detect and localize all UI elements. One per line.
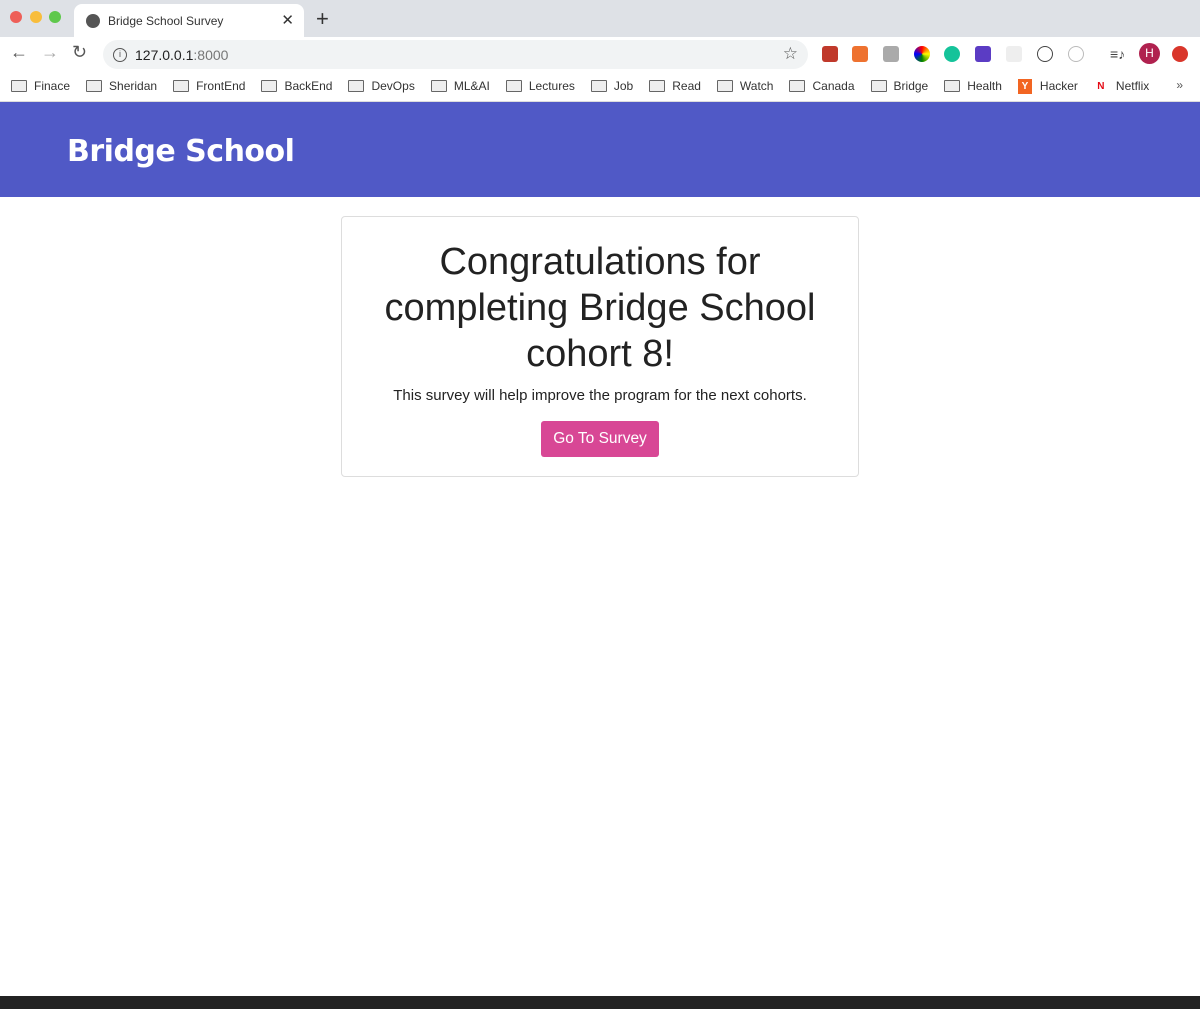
bookmark-label: Finace xyxy=(34,79,71,93)
bookmark-label: BackEnd xyxy=(284,79,333,93)
folder-icon xyxy=(716,80,733,92)
bookmark-finace[interactable]: Finace xyxy=(11,79,70,93)
close-tab-icon[interactable]: ✕ xyxy=(281,11,294,29)
folder-icon xyxy=(11,80,27,92)
netflix-icon: N xyxy=(1097,80,1105,92)
folder-icon xyxy=(505,80,522,92)
tab-title: Bridge School Survey xyxy=(108,13,224,28)
tab-bar: Bridge School Survey ✕ + xyxy=(0,0,1200,37)
close-window-button[interactable] xyxy=(10,11,22,23)
folder-icon xyxy=(944,80,961,92)
bookmark-star-icon[interactable]: ☆ xyxy=(783,44,798,64)
url-host: 127.0.0.1 xyxy=(135,46,194,63)
bookmark-netflix[interactable]: N Netflix xyxy=(1094,79,1149,94)
bookmark-label: Netflix xyxy=(1115,79,1150,93)
forward-button[interactable]: → xyxy=(41,42,59,63)
grammarly-icon[interactable] xyxy=(944,46,960,62)
bookmarks-bar: Finace Sheridan FrontEnd BackEnd DevOps ML&AI… xyxy=(0,71,1200,102)
folder-icon xyxy=(590,80,607,92)
minimize-window-button[interactable] xyxy=(30,11,42,23)
extension-colorwheel-icon[interactable] xyxy=(914,46,930,62)
info-icon[interactable]: i xyxy=(113,47,127,62)
folder-icon xyxy=(261,80,278,92)
more-bookmarks-button[interactable]: » xyxy=(1176,78,1183,92)
brand-title[interactable]: Bridge School xyxy=(67,134,1200,169)
bookmark-label: DevOps xyxy=(371,79,415,93)
browser-tab[interactable]: Bridge School Survey ✕ xyxy=(74,4,304,37)
survey-description: This survey will help improve the progra… xyxy=(393,387,807,404)
bookmark-canada[interactable]: Canada xyxy=(789,79,855,93)
bookmark-label: ML&AI xyxy=(453,79,490,93)
bookmark-sheridan[interactable]: Sheridan xyxy=(86,79,157,93)
go-to-survey-button[interactable]: Go To Survey xyxy=(541,421,659,457)
bookmark-watch[interactable]: Watch xyxy=(716,79,774,93)
bookmark-label: Read xyxy=(672,79,701,93)
bookmark-devops[interactable]: DevOps xyxy=(348,79,415,93)
bookmark-label: Canada xyxy=(812,79,855,93)
new-tab-button[interactable]: + xyxy=(316,6,329,32)
folder-icon xyxy=(86,80,103,92)
folder-icon xyxy=(870,80,887,92)
bookmark-health[interactable]: Health xyxy=(944,79,1002,93)
folder-icon xyxy=(173,80,190,92)
back-button[interactable]: ← xyxy=(10,42,28,63)
bottom-bar xyxy=(0,996,1200,1009)
extension-cube-icon[interactable] xyxy=(883,46,899,62)
extension-hex-icon[interactable] xyxy=(975,46,991,62)
bookmark-lectures[interactable]: Lectures xyxy=(505,79,575,93)
bookmark-label: Job xyxy=(613,79,634,93)
reload-button[interactable]: ↻ xyxy=(72,42,87,63)
react-devtools-icon[interactable] xyxy=(1006,46,1022,62)
address-bar[interactable]: i 127.0.0.1:8000 ☆ xyxy=(103,40,808,69)
bookmark-label: Hacker xyxy=(1039,79,1078,93)
congratulations-heading: Congratulations for completing Bridge Sc… xyxy=(384,241,816,375)
extension-book-icon[interactable] xyxy=(822,46,838,62)
site-header: Bridge School xyxy=(0,102,1200,197)
url-port: :8000 xyxy=(193,46,229,63)
extension-ex-icon[interactable] xyxy=(852,46,868,62)
bookmark-backend[interactable]: BackEnd xyxy=(261,79,332,93)
extension-upload-icon[interactable] xyxy=(1172,46,1188,62)
bookmark-bridge[interactable]: Bridge xyxy=(870,79,929,93)
folder-icon xyxy=(348,80,365,92)
bookmark-label: Health xyxy=(967,79,1002,93)
folder-icon xyxy=(649,80,666,92)
survey-card: Congratulations for completing Bridge Sc… xyxy=(341,216,859,477)
bookmark-hacker[interactable]: Y Hacker xyxy=(1017,78,1078,94)
folder-icon xyxy=(430,80,447,92)
profile-avatar[interactable]: H xyxy=(1139,43,1160,64)
bookmark-read[interactable]: Read xyxy=(649,79,701,93)
bookmark-label: Watch xyxy=(739,79,774,93)
bookmark-job[interactable]: Job xyxy=(590,79,634,93)
browser-toolbar: ← → ↻ i 127.0.0.1:8000 ☆ ≡♪ H xyxy=(0,37,1200,71)
bookmark-label: FrontEnd xyxy=(196,79,246,93)
globe-icon xyxy=(86,13,100,28)
bookmark-frontend[interactable]: FrontEnd xyxy=(173,79,245,93)
bookmark-mlai[interactable]: ML&AI xyxy=(430,79,490,93)
bookmark-label: Sheridan xyxy=(109,79,158,93)
hacker-news-icon: Y xyxy=(1017,78,1032,94)
maximize-window-button[interactable] xyxy=(49,11,61,23)
folder-icon xyxy=(789,80,806,92)
bookmark-label: Bridge xyxy=(893,79,929,93)
extension-json-icon[interactable] xyxy=(1037,46,1053,62)
extension-target-icon[interactable] xyxy=(1068,46,1084,62)
bookmark-label: Lectures xyxy=(528,79,575,93)
media-control-icon[interactable]: ≡♪ xyxy=(1110,46,1126,62)
